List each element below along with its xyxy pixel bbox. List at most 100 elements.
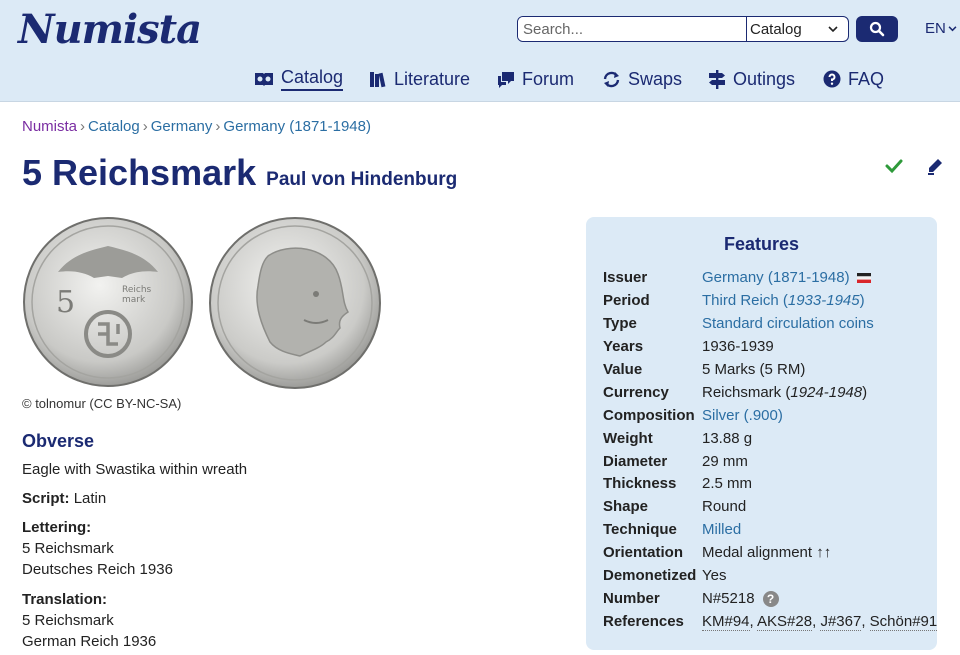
breadcrumb-germany-1871-1948[interactable]: Germany (1871-1948): [223, 118, 371, 135]
search-input[interactable]: [518, 17, 747, 41]
feature-label: Period: [603, 292, 650, 309]
reference-link[interactable]: Schön#91: [869, 613, 938, 631]
feature-value: 2.5 mm: [702, 475, 753, 492]
nav-swaps[interactable]: Swaps: [602, 66, 682, 92]
feature-label: Number: [603, 590, 660, 607]
breadcrumb-separator: ›: [80, 118, 86, 135]
svg-text:mark: mark: [122, 295, 146, 305]
nav-forum[interactable]: Forum: [497, 66, 574, 92]
composition-link[interactable]: Silver (.900): [702, 407, 783, 424]
reference-link[interactable]: J#367: [820, 613, 862, 631]
translation-label: Translation:: [22, 591, 108, 608]
feature-label: Type: [603, 315, 637, 332]
nav-faq[interactable]: FAQ: [823, 66, 884, 92]
feature-orientation: Orientation Medal alignment ↑↑: [603, 544, 831, 566]
flag-icon: [856, 273, 871, 283]
obverse-description: Eagle with Swastika within wreath: [22, 461, 248, 478]
check-icon[interactable]: [885, 158, 903, 174]
nav-catalog-label: Catalog: [281, 67, 344, 91]
swap-icon: [603, 71, 620, 87]
reference-link[interactable]: KM#94: [702, 613, 750, 631]
feature-value: Reichsmark (1924-1948): [702, 384, 868, 401]
feature-value: N#5218: [702, 590, 755, 607]
breadcrumb-numista[interactable]: Numista: [22, 118, 77, 135]
feature-diameter: Diameter 29 mm: [603, 453, 748, 475]
reverse-coin-image[interactable]: [208, 216, 382, 390]
language-selector[interactable]: EN: [925, 20, 957, 37]
feature-references: References KM#94, AKS#28, J#367, Schön#9…: [603, 613, 938, 635]
nav-catalog[interactable]: Catalog: [254, 66, 344, 92]
feature-label: Years: [603, 338, 644, 355]
feature-label: Orientation: [603, 544, 684, 561]
numista-logo[interactable]: Numista: [18, 6, 202, 53]
language-label: EN: [925, 20, 946, 37]
feature-number: Number N#5218?: [603, 590, 779, 612]
features-card: Features Issuer Germany (1871-1948) Peri…: [586, 217, 938, 650]
period-link[interactable]: Third Reich (1933-1945): [702, 292, 865, 309]
lettering-line: Deutsches Reich 1936: [22, 561, 173, 578]
type-link[interactable]: Standard circulation coins: [702, 315, 874, 332]
feature-value: Value 5 Marks (5 RM): [603, 361, 805, 383]
feature-demonetized: Demonetized Yes: [603, 567, 726, 589]
nav-forum-label: Forum: [522, 68, 575, 89]
nav-literature-label: Literature: [394, 68, 471, 89]
features-heading: Features: [723, 234, 800, 254]
svg-text:5: 5: [56, 285, 75, 320]
translation-line: German Reich 1936: [22, 633, 157, 650]
feature-value-text: 5 Marks (5 RM): [702, 361, 806, 378]
image-credit: © tolnomur (CC BY-NC-SA): [22, 396, 182, 411]
feature-value: 1936-1939: [702, 338, 774, 355]
breadcrumb: Numista › Catalog › Germany › Germany (1871-19…: [22, 118, 371, 135]
feature-period: Period Third Reich (1933-1945): [603, 292, 865, 314]
nav-outings[interactable]: Outings: [708, 66, 795, 92]
feature-label: Diameter: [603, 453, 668, 470]
feature-label: Thickness: [603, 475, 677, 492]
books-icon: [370, 72, 386, 88]
search-scope-label: Catalog: [750, 20, 802, 38]
feature-thickness: Thickness 2.5 mm: [603, 475, 752, 497]
search-icon: [869, 21, 885, 37]
nav-literature[interactable]: Literature: [369, 66, 470, 92]
edit-pencil-icon[interactable]: [927, 158, 943, 176]
feature-technique: Technique Milled: [603, 521, 741, 543]
technique-link[interactable]: Milled: [702, 521, 741, 538]
breadcrumb-germany[interactable]: Germany: [151, 118, 213, 135]
feature-shape: Shape Round: [603, 498, 746, 520]
breadcrumb-separator: ›: [215, 118, 221, 135]
script-label: Script:: [22, 490, 70, 507]
feature-value: Round: [702, 498, 747, 515]
reference-link[interactable]: AKS#28: [757, 613, 813, 631]
chat-icon: [498, 71, 514, 88]
svg-text:Reichs: Reichs: [122, 285, 152, 295]
issuer-link[interactable]: Germany (1871-1948): [702, 269, 850, 286]
feature-label: Currency: [603, 384, 669, 401]
main-nav: Catalog Literature Forum Swaps Outings F…: [0, 66, 960, 94]
chevron-down-icon: [948, 25, 957, 31]
help-icon: [823, 70, 841, 88]
coin-title: 5 Reichsmark: [22, 152, 257, 193]
title-actions: [885, 158, 943, 176]
lettering-line: 5 Reichsmark: [22, 540, 114, 557]
feature-label: Demonetized: [603, 567, 697, 584]
feature-value: 13.88 g: [702, 430, 753, 447]
feature-type: Type Standard circulation coins: [603, 315, 874, 337]
obverse-coin-image[interactable]: 5 Reichs mark: [22, 216, 194, 388]
coin-images: 5 Reichs mark: [22, 216, 382, 391]
feature-issuer: Issuer Germany (1871-1948): [603, 269, 871, 291]
feature-value: Medal alignment ↑↑: [702, 544, 832, 561]
search-bar: Catalog: [517, 16, 849, 42]
feature-label: References: [603, 613, 684, 630]
breadcrumb-separator: ›: [142, 118, 148, 135]
nav-swaps-label: Swaps: [628, 68, 683, 89]
lettering-label: Lettering:: [22, 519, 92, 536]
breadcrumb-catalog[interactable]: Catalog: [88, 118, 140, 135]
search-scope-select[interactable]: Catalog: [747, 17, 848, 41]
question-icon[interactable]: ?: [762, 591, 779, 608]
search-button[interactable]: [856, 16, 898, 42]
script-value: Latin: [73, 490, 107, 507]
coin-subtitle: Paul von Hindenburg: [266, 169, 458, 190]
feature-label: Weight: [603, 430, 653, 447]
chevron-down-icon: [828, 25, 838, 32]
feature-currency: Currency Reichsmark (1924-1948): [603, 384, 867, 406]
feature-value: 29 mm: [702, 453, 748, 470]
